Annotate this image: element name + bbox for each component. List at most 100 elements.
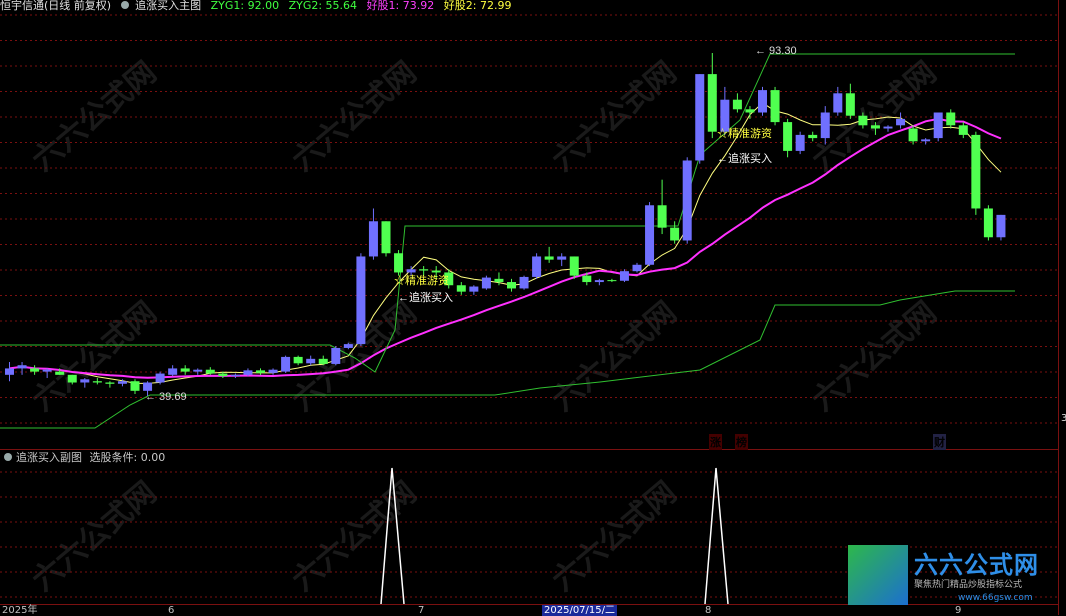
candle-body[interactable] — [155, 373, 165, 383]
candle-body[interactable] — [343, 344, 353, 348]
candle-body[interactable] — [720, 99, 730, 132]
candle-body[interactable] — [645, 205, 655, 265]
main-gridlines — [0, 14, 1058, 424]
candle-body[interactable] — [582, 275, 592, 283]
ma-magenta — [9, 117, 1002, 379]
candle-body[interactable] — [230, 374, 240, 377]
candle-body[interactable] — [946, 112, 956, 126]
candle-body[interactable] — [117, 381, 127, 384]
candle-body[interactable] — [983, 208, 993, 238]
candle-body[interactable] — [707, 74, 717, 132]
price-axis[interactable]: 3 — [1058, 0, 1066, 615]
candle-body[interactable] — [17, 365, 27, 369]
signal-star-label: ☆精准游资 — [394, 274, 449, 287]
candle-body[interactable] — [431, 270, 441, 273]
candle-body[interactable] — [293, 356, 303, 364]
candle-body[interactable] — [105, 382, 115, 384]
candle-body[interactable] — [469, 286, 479, 292]
candle-body[interactable] — [770, 90, 780, 123]
candle-body[interactable] — [732, 99, 742, 110]
candle-body[interactable] — [958, 125, 968, 135]
candle-body[interactable] — [820, 112, 830, 139]
upper-channel-line — [0, 53, 1015, 373]
candle-body[interactable] — [996, 214, 1006, 238]
candle-body[interactable] — [256, 370, 265, 373]
candle-body[interactable] — [833, 93, 843, 113]
candle-body[interactable] — [406, 269, 416, 273]
logo-subtitle: 聚焦热门精品炒股指标公式 — [914, 580, 1023, 590]
candle-body[interactable] — [92, 381, 102, 383]
candle-body[interactable] — [481, 277, 491, 289]
marker-bang[interactable]: 榜 — [735, 434, 748, 450]
candle-body[interactable] — [507, 282, 516, 289]
candle-body[interactable] — [306, 358, 316, 364]
candle-body[interactable] — [130, 381, 140, 391]
candle-body[interactable] — [783, 122, 793, 151]
candle-body[interactable] — [519, 276, 529, 289]
candle-body[interactable] — [5, 368, 14, 375]
ma-yellow — [9, 102, 1002, 384]
candle-body[interactable] — [168, 368, 178, 375]
candle-body[interactable] — [845, 93, 855, 116]
logo-url: www.66gsw.com — [958, 593, 1033, 603]
candle-body[interactable] — [682, 160, 692, 241]
candle-body[interactable] — [67, 374, 77, 383]
signal-spike — [704, 467, 729, 604]
candle-body[interactable] — [883, 126, 893, 129]
candle-body[interactable] — [808, 134, 818, 139]
candle-body[interactable] — [657, 205, 667, 228]
candle-body[interactable] — [933, 112, 943, 139]
candle-body[interactable] — [858, 115, 868, 126]
marker-zhang[interactable]: 涨 — [709, 434, 722, 450]
candle-body[interactable] — [632, 264, 642, 272]
candle-body[interactable] — [281, 356, 291, 372]
candle-body[interactable] — [758, 90, 767, 113]
candle-body[interactable] — [544, 256, 554, 260]
marker-dollar[interactable]: $ — [124, 434, 132, 447]
candle-body[interactable] — [143, 382, 153, 391]
candle-body[interactable] — [394, 253, 404, 273]
candle-body[interactable] — [205, 369, 215, 374]
signal-star-label: ☆精准游资 — [717, 127, 772, 140]
candle-body[interactable] — [456, 285, 466, 292]
candle-body[interactable] — [607, 280, 617, 282]
candle-body[interactable] — [193, 369, 203, 372]
candle-body[interactable] — [180, 368, 190, 372]
candle-body[interactable] — [532, 256, 542, 277]
candle-body[interactable] — [569, 256, 579, 276]
signal-spike — [380, 467, 405, 604]
candle-body[interactable] — [745, 109, 755, 113]
candle-body[interactable] — [218, 373, 228, 377]
cursor-date-label: 2025/07/15/二 — [542, 605, 618, 616]
x-label-month-9: 9 — [955, 605, 962, 616]
main-price-chart[interactable]: ← 93.30 ← 39.69 ☆精准游资 ←追涨买入 ☆精准游资 ←追涨买入 — [0, 0, 1058, 450]
candle-body[interactable] — [557, 256, 567, 260]
candle-body[interactable] — [896, 118, 906, 126]
candle-body[interactable] — [268, 369, 278, 373]
candle-body[interactable] — [356, 256, 366, 345]
candle-body[interactable] — [55, 371, 65, 375]
time-axis[interactable]: 2025年 6 7 2025/07/15/二 8 9 — [0, 604, 1058, 616]
candle-body[interactable] — [921, 139, 931, 142]
candle-body[interactable] — [331, 347, 341, 364]
candle-body[interactable] — [243, 370, 253, 375]
candle-body[interactable] — [42, 369, 52, 372]
candle-body[interactable] — [971, 134, 981, 209]
candle-body[interactable] — [870, 125, 880, 129]
candle-body[interactable] — [594, 280, 604, 283]
candle-body[interactable] — [908, 128, 918, 142]
logo-mark-icon — [848, 545, 908, 605]
candle-body[interactable] — [670, 227, 680, 241]
candle-body[interactable] — [30, 368, 40, 372]
marker-cai[interactable]: 财 — [933, 434, 946, 450]
candle-body[interactable] — [419, 269, 429, 271]
candle-body[interactable] — [368, 221, 378, 257]
candle-body[interactable] — [695, 74, 705, 161]
axis-value: 3 — [1061, 413, 1066, 424]
candle-body[interactable] — [80, 379, 90, 383]
candle-body[interactable] — [381, 221, 391, 254]
candle-body[interactable] — [795, 134, 805, 151]
candle-body[interactable] — [494, 278, 504, 283]
candle-body[interactable] — [619, 271, 629, 281]
candle-body[interactable] — [318, 358, 328, 364]
